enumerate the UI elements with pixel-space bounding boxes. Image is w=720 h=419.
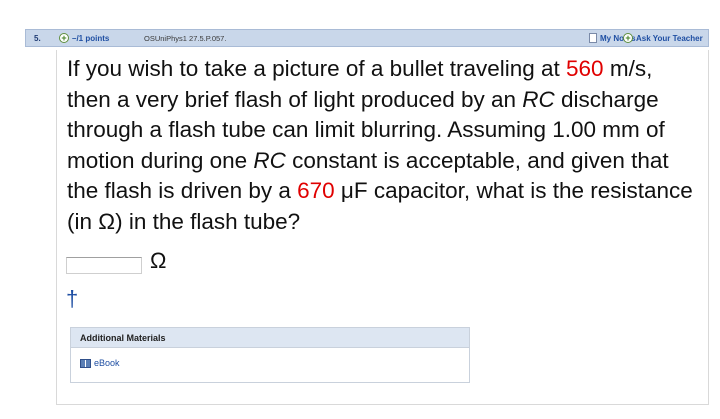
dagger-icon: †	[66, 286, 79, 311]
question-text: If you wish to take a picture of a bulle…	[67, 54, 697, 237]
question-source: OSUniPhys1 27.5.P.057.	[144, 34, 227, 43]
note-icon	[589, 33, 597, 43]
rc-term: RC	[253, 147, 286, 173]
answer-unit: Ω	[150, 248, 167, 273]
expand-plus-icon[interactable]: +	[59, 33, 69, 43]
ebook-label: eBook	[94, 358, 120, 368]
answer-input[interactable]	[66, 257, 142, 274]
speed-value: 560	[566, 56, 604, 81]
additional-materials-box: Additional Materials eBook	[70, 327, 470, 383]
ebook-link[interactable]: eBook	[80, 358, 120, 368]
points-label: –/1 points	[72, 34, 110, 43]
question-number: 5.	[34, 34, 41, 43]
ask-teacher-button[interactable]: Ask Your Teacher	[636, 34, 703, 43]
question-header: 5. + –/1 points OSUniPhys1 27.5.P.057. M…	[25, 29, 709, 47]
additional-materials-title: Additional Materials	[71, 328, 469, 348]
ask-teacher-plus-icon[interactable]: +	[623, 33, 633, 43]
question-text-part: If you wish to take a picture of a bulle…	[67, 56, 567, 81]
rc-term: RC	[522, 86, 555, 112]
capacitance-value: 670	[297, 178, 335, 203]
book-icon	[80, 358, 91, 368]
